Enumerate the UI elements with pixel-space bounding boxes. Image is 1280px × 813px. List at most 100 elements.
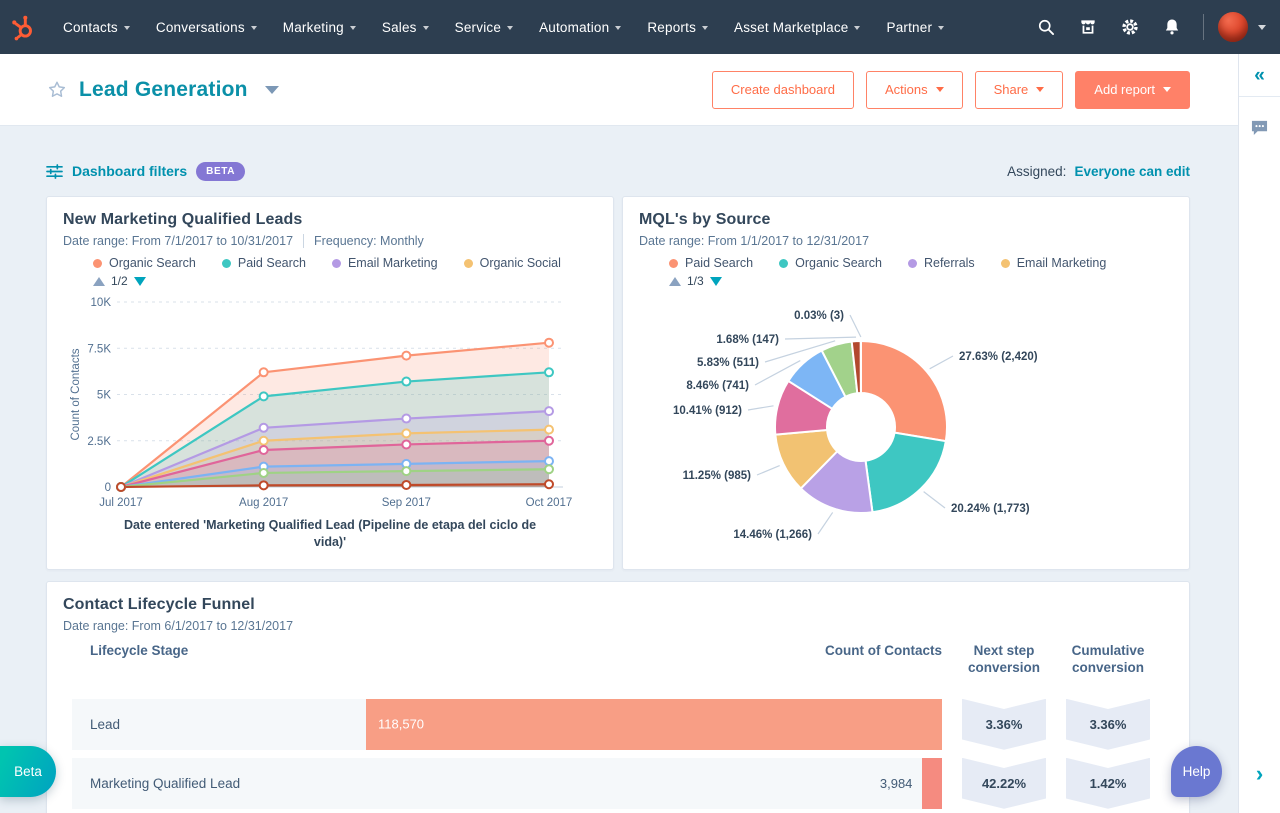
nav-item-automation[interactable]: Automation [526,0,634,54]
beta-pill-button[interactable]: Beta [0,746,56,797]
add-report-button[interactable]: Add report [1075,70,1190,109]
assigned-value-link[interactable]: Everyone can edit [1074,164,1190,179]
dashboard-switcher-caret-icon[interactable] [264,85,279,94]
search-icon[interactable] [1029,10,1063,44]
legend-item-paid-search[interactable]: Paid Search [669,256,753,270]
sliders-icon [46,163,63,179]
legend-item-email-marketing[interactable]: Email Marketing [1000,256,1106,270]
slice-label: 1.68% (147) [716,334,779,346]
dashboard-filters-button[interactable]: Dashboard filters BETA [46,161,246,181]
data-point[interactable] [116,482,126,492]
nav-item-service[interactable]: Service [442,0,526,54]
legend-item-referrals[interactable]: Referrals [907,256,975,270]
expand-chevron-icon[interactable]: › [1256,761,1263,787]
assigned-label: Assigned: [1007,163,1067,179]
funnel-bar[interactable]: 118,570 [366,698,942,750]
nav-item-label: Marketing [282,19,344,35]
nav-item-partner[interactable]: Partner [873,0,957,54]
data-point[interactable] [258,422,269,433]
label-leader-line [923,491,946,509]
nav-item-asset-marketplace[interactable]: Asset Marketplace [721,0,873,54]
data-point[interactable] [258,467,269,478]
nav-item-marketing[interactable]: Marketing [270,0,369,54]
stage-label: Marketing Qualified Lead [90,775,241,791]
legend-item-email-marketing[interactable]: Email Marketing [331,256,438,270]
chevron-down-icon [507,26,514,30]
funnel-bar[interactable] [922,757,942,809]
next-step-conversion-chevron: 42.22% [962,757,1046,809]
marketplace-icon[interactable] [1071,10,1105,44]
legend-label: Referrals [923,256,975,270]
filters-row: Dashboard filters BETA Assigned: Everyon… [46,158,1190,184]
legend-page-down-icon[interactable] [709,276,722,286]
legend-page-down-icon[interactable] [133,276,146,286]
column-header-next-step: Next step conversion [967,643,1041,675]
data-point[interactable] [401,350,412,361]
data-point[interactable] [258,367,269,378]
favorite-star-icon[interactable] [46,79,68,101]
chevron-down-icon [1163,87,1171,92]
data-point[interactable] [401,376,412,387]
report-title[interactable]: Contact Lifecycle Funnel [63,596,1173,614]
data-point[interactable] [401,479,412,490]
page-title[interactable]: Lead Generation [79,78,248,102]
nav-item-reports[interactable]: Reports [634,0,721,54]
data-point[interactable] [544,367,554,378]
data-point[interactable] [401,439,412,450]
data-point[interactable] [544,479,554,490]
legend-dot-icon [93,258,102,268]
account-chevron-down-icon[interactable] [1258,24,1266,30]
data-point[interactable] [258,480,269,491]
notifications-icon[interactable] [1155,10,1189,44]
data-point[interactable] [401,428,412,439]
data-point[interactable] [401,413,412,424]
actions-button[interactable]: Actions [865,70,963,109]
data-point[interactable] [544,435,554,446]
donut-chart[interactable]: 27.63% (2,420) 20.24% (1,773) 14.46% (1,26… [639,290,1175,552]
data-point[interactable] [401,466,412,477]
legend-page-up-icon[interactable] [669,276,681,286]
data-point[interactable] [544,406,554,417]
legend-page-indicator: 1/3 [687,274,704,288]
report-card-mql-source: MQL's by Source Date range: From 1/1/201… [622,196,1190,570]
data-point[interactable] [544,337,554,348]
report-title[interactable]: New Marketing Qualified Leads [63,211,597,229]
collapse-icon: « [1254,64,1265,86]
legend-item-organic-search[interactable]: Organic Search [779,256,882,270]
nav-item-label: Contacts [63,19,118,35]
legend-item-organic-social[interactable]: Organic Social [463,256,561,270]
legend-page-up-icon[interactable] [93,276,105,286]
report-title[interactable]: MQL's by Source [639,211,1173,229]
area-line-chart[interactable]: 10K 7.5K 5K 2.5K 0 Count of Contacts Jul 2017 A… [63,290,599,515]
collapse-rail-button[interactable]: « [1239,54,1280,97]
nav-item-contacts[interactable]: Contacts [50,0,143,54]
legend-label: Paid Search [685,256,754,270]
comments-icon[interactable] [1250,119,1269,136]
data-point[interactable] [258,435,269,446]
donut-slice[interactable] [860,339,948,443]
nav-item-sales[interactable]: Sales [369,0,442,54]
bar-track: 3,984 [366,757,942,809]
label-leader-line [784,336,857,340]
slice-label: 10.41% (912) [673,405,742,417]
donut-slice[interactable] [864,431,947,514]
legend-item-paid-search[interactable]: Paid Search [221,256,306,270]
legend-item-organic-search[interactable]: Organic Search [93,256,196,270]
report-frequency: Frequency: Monthly [314,234,424,248]
settings-icon[interactable] [1113,10,1147,44]
nav-item-conversations[interactable]: Conversations [143,0,270,54]
data-point[interactable] [544,456,554,467]
create-dashboard-button[interactable]: Create dashboard [711,70,854,109]
slice-label: 0.03% (3) [794,310,844,322]
data-point[interactable] [544,424,554,435]
label-leader-line [849,314,862,338]
help-button[interactable]: Help [1171,746,1222,797]
hubspot-logo-icon[interactable] [0,0,44,54]
data-point[interactable] [258,445,269,455]
data-point[interactable] [544,464,554,475]
legend-label: Organic Search [795,256,882,270]
share-button[interactable]: Share [974,70,1064,109]
data-point[interactable] [258,391,269,402]
avatar[interactable] [1218,12,1248,42]
nav-item-label: Partner [886,19,933,35]
